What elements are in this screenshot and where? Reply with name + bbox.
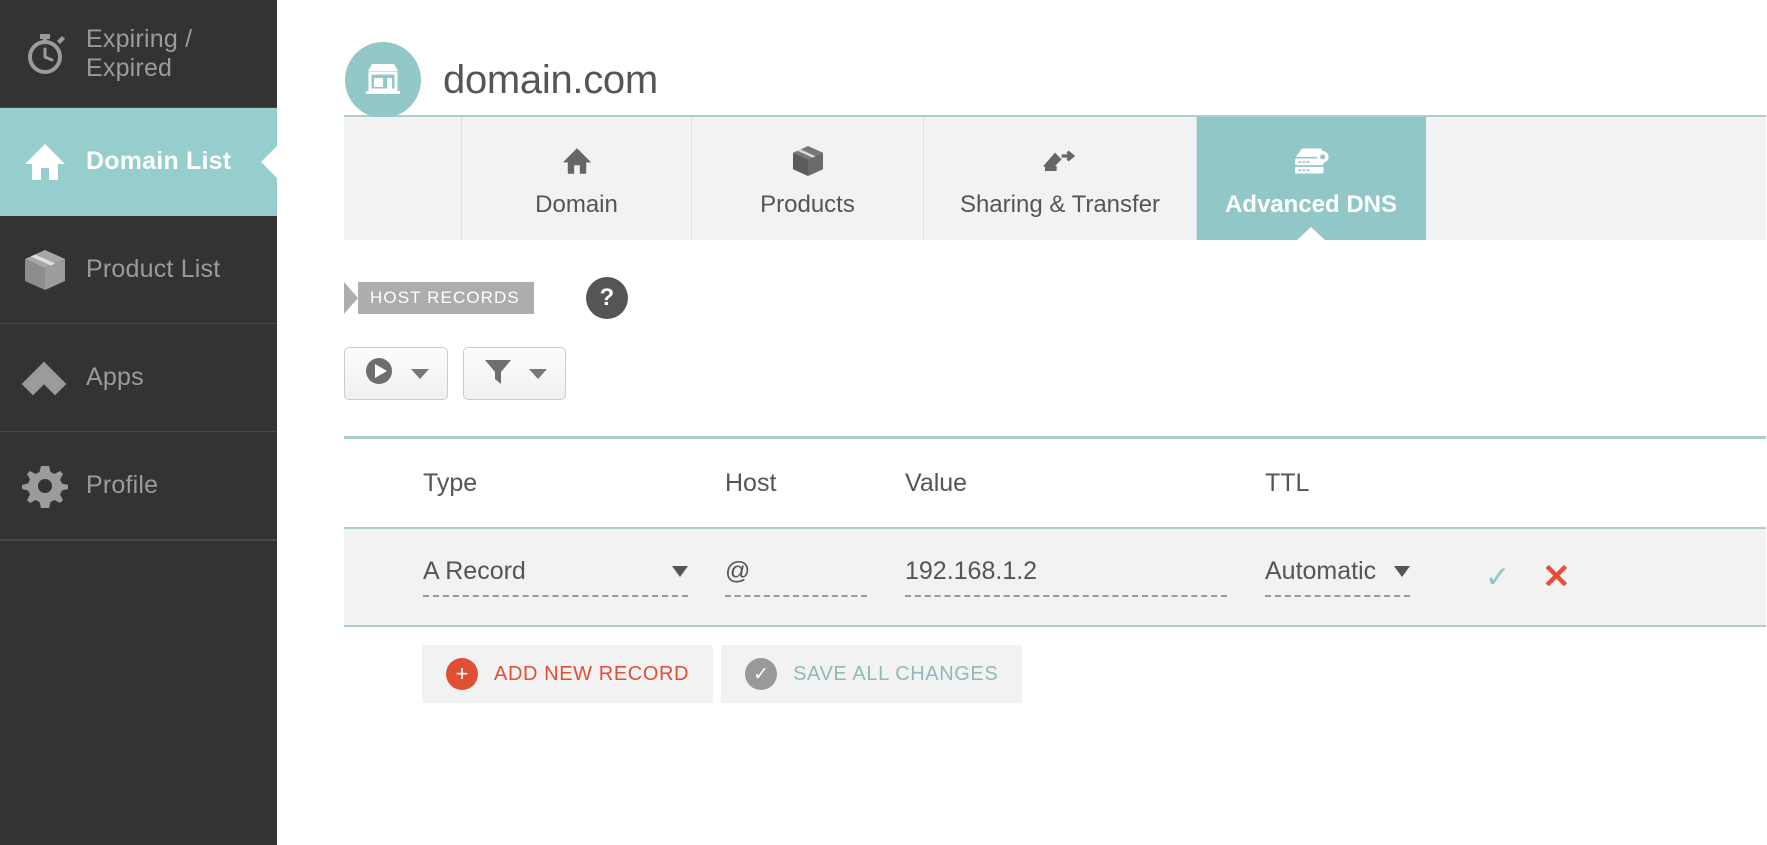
tab-label: Advanced DNS [1225, 191, 1397, 219]
tab-bar: Domain Products [344, 115, 1766, 240]
page-title: domain.com [443, 42, 658, 118]
sidebar-filler [0, 540, 277, 845]
record-host-cell: @ [725, 557, 905, 597]
sidebar-item-product-list[interactable]: Product List [0, 216, 277, 324]
save-all-changes-label: SAVE ALL CHANGES [793, 663, 998, 686]
records-toolbar [344, 347, 1767, 400]
home-icon [560, 139, 594, 183]
sidebar-item-domain-list[interactable]: Domain List [0, 108, 277, 216]
share-arrow-icon [1040, 139, 1080, 183]
sidebar: Expiring / Expired Domain List Product L… [0, 0, 277, 845]
record-host-input[interactable]: @ [725, 557, 867, 597]
host-records-table: Type Host Value TTL A Record @ [344, 436, 1766, 627]
tab-domain[interactable]: Domain [462, 117, 692, 240]
sidebar-item-profile[interactable]: Profile [0, 432, 277, 540]
save-all-changes-button[interactable]: ✓ SAVE ALL CHANGES [721, 645, 1022, 703]
host-records-ribbon: HOST RECORDS [344, 282, 534, 314]
record-type-cell: A Record [423, 557, 725, 597]
sidebar-item-label: Apps [86, 363, 144, 392]
column-header-ttl: TTL [1265, 469, 1455, 498]
chevron-down-icon [529, 369, 547, 379]
record-value-text: 192.168.1.2 [905, 557, 1037, 586]
section-header: HOST RECORDS ? [344, 277, 1767, 319]
record-ttl-select[interactable]: Automatic [1265, 557, 1410, 597]
gear-icon [18, 459, 72, 513]
box-icon [790, 139, 826, 183]
filter-funnel-icon [483, 355, 513, 392]
main-content: domain.com Domain [277, 0, 1767, 845]
play-circle-dropdown-button[interactable] [344, 347, 448, 400]
plus-circle-icon: + [446, 658, 478, 690]
tab-label: Sharing & Transfer [960, 191, 1160, 219]
tab-advanced-dns[interactable]: Advanced DNS [1197, 117, 1426, 240]
chevron-down-icon [672, 566, 688, 577]
record-host-value: @ [725, 557, 750, 586]
home-icon [18, 135, 72, 189]
help-button[interactable]: ? [586, 277, 628, 319]
record-type-select[interactable]: A Record [423, 557, 688, 597]
record-value-input[interactable]: 192.168.1.2 [905, 557, 1227, 597]
column-header-type: Type [423, 469, 725, 498]
tab-label: Domain [535, 191, 618, 219]
table-row: A Record @ 192.168.1.2 Automati [344, 527, 1766, 627]
column-header-host: Host [725, 469, 905, 498]
check-icon[interactable]: ✓ [1485, 560, 1510, 595]
tab-spacer-end [1426, 117, 1766, 240]
diamonds-icon [18, 351, 72, 405]
column-header-value: Value [905, 469, 1265, 498]
record-type-value: A Record [423, 557, 526, 586]
record-ttl-value: Automatic [1265, 557, 1376, 586]
add-new-record-button[interactable]: + ADD NEW RECORD [422, 645, 713, 703]
play-circle-icon [363, 355, 395, 392]
record-ttl-cell: Automatic [1265, 557, 1455, 597]
server-gear-icon [1291, 139, 1331, 183]
sidebar-item-label: Expiring / Expired [86, 25, 277, 83]
table-header-row: Type Host Value TTL [344, 439, 1766, 527]
stopwatch-icon [18, 27, 72, 81]
tab-spacer [344, 117, 462, 240]
sidebar-item-label: Product List [86, 255, 220, 284]
storefront-icon [345, 42, 421, 118]
tab-label: Products [760, 191, 855, 219]
record-actions-bar: + ADD NEW RECORD ✓ SAVE ALL CHANGES [422, 645, 1767, 703]
sidebar-item-apps[interactable]: Apps [0, 324, 277, 432]
sidebar-item-label: Domain List [86, 147, 231, 176]
filter-dropdown-button[interactable] [463, 347, 566, 400]
tab-products[interactable]: Products [692, 117, 924, 240]
tab-sharing-transfer[interactable]: Sharing & Transfer [924, 117, 1197, 240]
sidebar-item-expiring-expired[interactable]: Expiring / Expired [0, 0, 277, 108]
sidebar-item-label: Profile [86, 471, 158, 500]
app-root: Expiring / Expired Domain List Product L… [0, 0, 1767, 845]
close-icon[interactable]: ✕ [1542, 557, 1571, 597]
chevron-down-icon [1394, 566, 1410, 577]
record-value-cell: 192.168.1.2 [905, 557, 1265, 597]
chevron-down-icon [411, 369, 429, 379]
box-icon [18, 243, 72, 297]
add-new-record-label: ADD NEW RECORD [494, 663, 689, 686]
domain-header: domain.com [277, 0, 1767, 115]
check-circle-icon: ✓ [745, 658, 777, 690]
